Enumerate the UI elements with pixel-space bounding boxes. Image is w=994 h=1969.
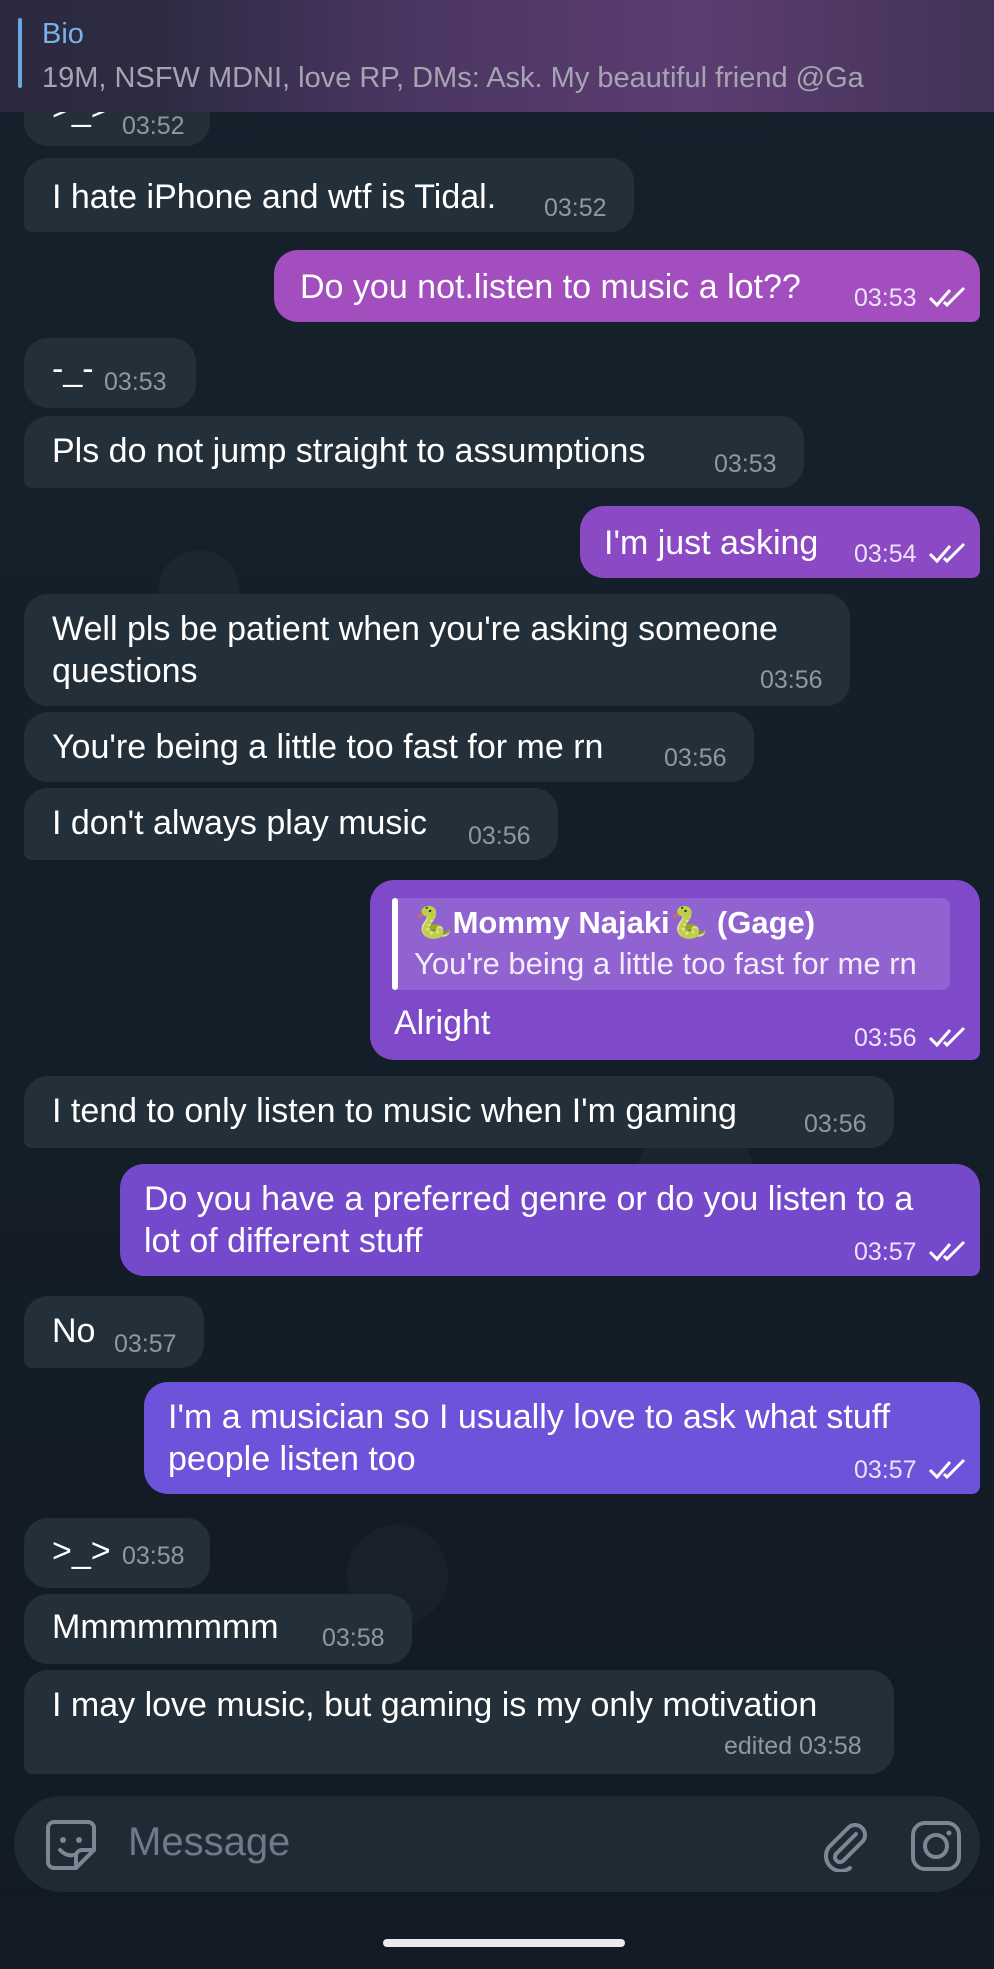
message-text: You're being a little too fast for me rn xyxy=(52,728,604,766)
message-time: 03:53 xyxy=(854,284,917,312)
incoming-message[interactable]: >_> 03:58 xyxy=(24,1518,210,1588)
incoming-message[interactable]: I tend to only listen to music when I'm … xyxy=(24,1076,894,1148)
message-time: 03:58 xyxy=(322,1624,385,1652)
message-text: I don't always play music xyxy=(52,804,427,842)
message-text: I may love music, but gaming is my only … xyxy=(52,1686,818,1724)
message-text-line-1: I'm a musician so I usually love to ask … xyxy=(168,1398,891,1436)
system-nav-area xyxy=(0,1900,994,1969)
sticker-icon[interactable] xyxy=(44,1818,98,1872)
message-text: I tend to only listen to music when I'm … xyxy=(52,1092,737,1130)
paperclip-icon[interactable] xyxy=(818,1818,872,1872)
outgoing-message[interactable]: I'm a musician so I usually love to ask … xyxy=(144,1382,980,1494)
message-text: -_- xyxy=(52,350,94,388)
outgoing-message[interactable]: 🐍Mommy Najaki🐍 (Gage) You're being a lit… xyxy=(370,880,980,1060)
instagram-camera-icon[interactable] xyxy=(910,1820,962,1872)
outgoing-message[interactable]: Do you have a preferred genre or do you … xyxy=(120,1164,980,1276)
incoming-message[interactable]: Well pls be patient when you're asking s… xyxy=(24,594,850,706)
pinned-text: 19M, NSFW MDNI, love RP, DMs: Ask. My be… xyxy=(42,62,864,94)
read-double-check-icon xyxy=(928,1026,966,1048)
reply-accent-bar xyxy=(392,898,398,990)
message-text: Alright xyxy=(394,1004,491,1042)
incoming-message[interactable]: -_- 03:53 xyxy=(24,338,196,408)
outgoing-message[interactable]: I'm just asking 03:54 xyxy=(580,506,980,578)
read-double-check-icon xyxy=(928,542,966,564)
message-text: No xyxy=(52,1312,96,1350)
home-indicator[interactable] xyxy=(383,1939,625,1947)
message-time: 03:58 xyxy=(122,1542,185,1570)
message-text: Pls do not jump straight to assumptions xyxy=(52,432,646,470)
message-text-line-1: Well pls be patient when you're asking s… xyxy=(52,610,778,648)
message-text-line-1: Do you have a preferred genre or do you … xyxy=(144,1180,914,1218)
message-text-line-2: people listen too xyxy=(168,1440,416,1478)
message-time: 03:57 xyxy=(114,1330,177,1358)
reply-quote[interactable]: 🐍Mommy Najaki🐍 (Gage) You're being a lit… xyxy=(392,898,950,990)
incoming-message[interactable]: You're being a little too fast for me rn… xyxy=(24,712,754,782)
pinned-title: Bio xyxy=(42,18,84,50)
read-double-check-icon xyxy=(928,1240,966,1262)
message-composer[interactable]: Message xyxy=(14,1796,980,1892)
message-text: I hate iPhone and wtf is Tidal. xyxy=(52,178,497,216)
message-time: 03:52 xyxy=(122,112,185,140)
message-time: 03:53 xyxy=(104,368,167,396)
message-time: 03:56 xyxy=(854,1024,917,1052)
outgoing-message[interactable]: Do you not.listen to music a lot?? 03:53 xyxy=(274,250,980,322)
read-double-check-icon xyxy=(928,286,966,308)
message-text: Do you not.listen to music a lot?? xyxy=(300,268,801,306)
message-input[interactable]: Message xyxy=(128,1820,290,1865)
message-text-line-2: lot of different stuff xyxy=(144,1222,423,1260)
incoming-message[interactable]: Pls do not jump straight to assumptions … xyxy=(24,416,804,488)
message-text: I'm just asking xyxy=(604,524,819,562)
message-time: 03:56 xyxy=(468,822,531,850)
message-time: 03:54 xyxy=(854,540,917,568)
message-time: 03:53 xyxy=(714,450,777,478)
message-time-edited: edited 03:58 xyxy=(724,1732,862,1760)
pinned-accent-bar xyxy=(18,18,22,88)
message-time: 03:52 xyxy=(544,194,607,222)
message-time: 03:57 xyxy=(854,1238,917,1266)
message-time: 03:56 xyxy=(804,1110,867,1138)
read-double-check-icon xyxy=(928,1458,966,1480)
message-time: 03:57 xyxy=(854,1456,917,1484)
incoming-message[interactable]: I don't always play music 03:56 xyxy=(24,788,558,860)
incoming-message[interactable]: I may love music, but gaming is my only … xyxy=(24,1670,894,1774)
pinned-message-bar[interactable]: Bio 19M, NSFW MDNI, love RP, DMs: Ask. M… xyxy=(0,0,994,112)
message-text-line-2: questions xyxy=(52,652,198,690)
message-time: 03:56 xyxy=(664,744,727,772)
incoming-message[interactable]: No 03:57 xyxy=(24,1296,204,1368)
reply-author: 🐍Mommy Najaki🐍 (Gage) xyxy=(414,905,816,940)
incoming-message[interactable]: I hate iPhone and wtf is Tidal. 03:52 xyxy=(24,158,634,232)
reply-text: You're being a little too fast for me rn xyxy=(414,946,917,981)
incoming-message[interactable]: Mmmmmmmm 03:58 xyxy=(24,1594,412,1664)
message-text: >_> xyxy=(52,1532,111,1570)
message-text: Mmmmmmmm xyxy=(52,1608,279,1646)
message-time: 03:56 xyxy=(760,666,823,694)
